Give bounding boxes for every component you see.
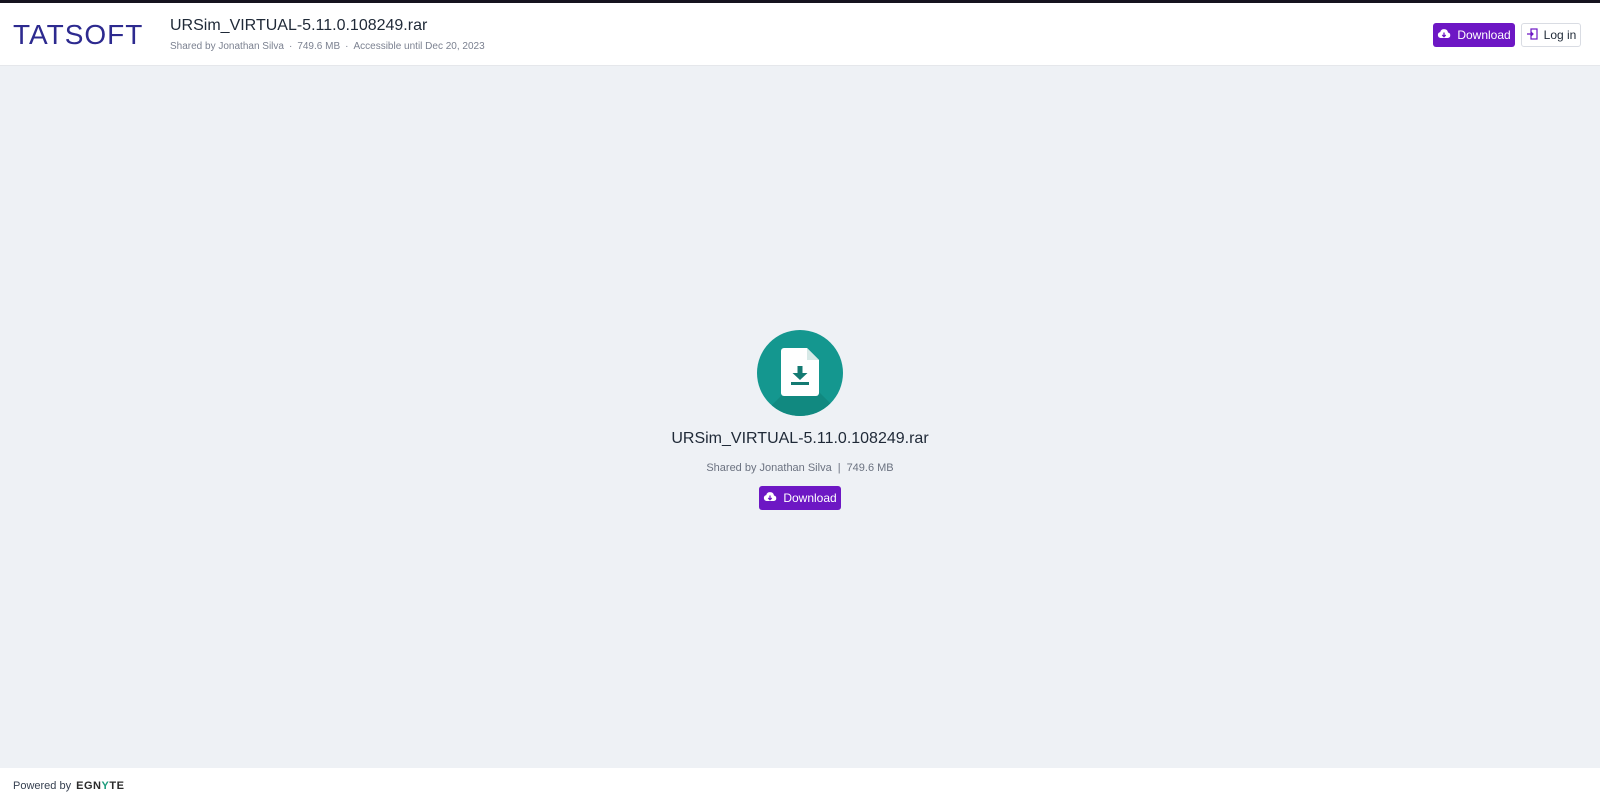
file-name: URSim_VIRTUAL-5.11.0.108249.rar xyxy=(671,430,929,447)
download-file-button[interactable]: Download xyxy=(759,486,841,510)
file-size-text: 749.6 MB xyxy=(846,462,894,474)
file-meta: Shared by Jonathan Silva · 749.6 MB · Access… xyxy=(170,41,485,52)
egnyte-logo[interactable]: EGNYTE xyxy=(76,780,124,792)
details-separator: | xyxy=(837,462,841,474)
file-download-icon xyxy=(757,330,843,416)
shared-by-text: Shared by Jonathan Silva xyxy=(170,41,284,52)
footer: Powered by EGNYTE xyxy=(0,768,1600,800)
download-button-label: Download xyxy=(783,491,837,505)
powered-by: Powered by EGNYTE xyxy=(13,780,124,792)
accessible-until-text: Accessible until Dec 20, 2023 xyxy=(353,41,485,52)
cloud-download-icon xyxy=(763,491,777,506)
shared-by-text: Shared by Jonathan Silva xyxy=(706,462,832,474)
cloud-download-icon xyxy=(1437,28,1451,43)
powered-by-text: Powered by xyxy=(13,780,72,792)
file-details: Shared by Jonathan Silva | 749.6 MB xyxy=(0,462,1600,474)
file-title: URSim_VIRTUAL-5.11.0.108249.rar xyxy=(170,17,428,34)
file-preview-panel: URSim_VIRTUAL-5.11.0.108249.rar Shared b… xyxy=(0,330,1600,510)
login-icon xyxy=(1526,27,1538,43)
login-button[interactable]: Log in xyxy=(1521,23,1581,47)
file-size-text: 749.6 MB xyxy=(297,41,341,52)
tatsoft-logo[interactable]: TATSOFT xyxy=(13,20,143,50)
top-header: TATSOFT URSim_VIRTUAL-5.11.0.108249.rar … xyxy=(0,3,1600,66)
download-button[interactable]: Download xyxy=(1433,23,1515,47)
download-button-label: Download xyxy=(1457,28,1511,42)
login-button-label: Log in xyxy=(1543,28,1577,42)
meta-separator: · xyxy=(288,41,293,52)
meta-separator: · xyxy=(345,41,349,52)
